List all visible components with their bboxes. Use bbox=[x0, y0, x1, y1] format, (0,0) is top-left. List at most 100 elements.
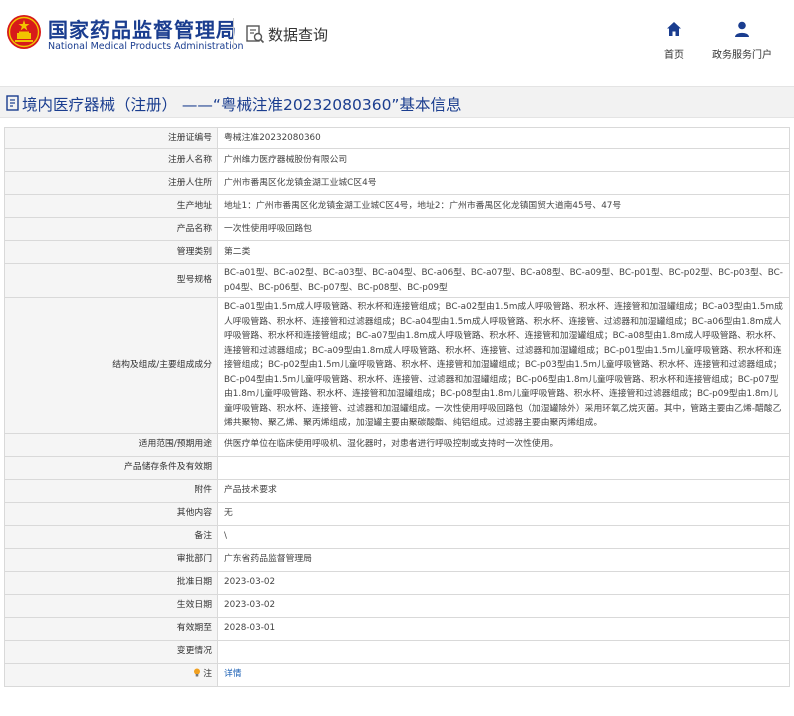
logo-title-en: National Medical Products Administration bbox=[48, 41, 244, 52]
info-label-change-status: 变更情况 bbox=[4, 639, 218, 664]
lightbulb-icon bbox=[194, 668, 201, 677]
info-label-text: 变更情况 bbox=[176, 646, 212, 657]
info-value-approval-department: 广东省药品监督管理局 bbox=[217, 547, 790, 572]
info-value-attachment: 产品技术要求 bbox=[217, 478, 790, 503]
info-value-text: BC-a01型由1.5m成人呼吸管路、积水杯和连接管组成；BC-a02型由1.5… bbox=[224, 302, 783, 428]
info-value-expiry-date: 2028-03-01 bbox=[217, 616, 790, 641]
info-label-management-class: 管理类别 bbox=[4, 240, 218, 264]
header-divider bbox=[233, 18, 234, 50]
info-value-approval-date: 2023-03-02 bbox=[217, 570, 790, 595]
user-icon bbox=[735, 21, 749, 37]
info-row-intended-use: 适用范围/预期用途 供医疗单位在临床使用呼吸机、湿化器时，对患者进行呼吸控制或支持… bbox=[4, 432, 790, 457]
info-value-text: 2023-03-02 bbox=[224, 577, 276, 588]
info-label-product-name: 产品名称 bbox=[4, 217, 218, 241]
info-label-text: 结构及组成/主要组成成分 bbox=[112, 360, 212, 370]
nav-service-portal[interactable]: 政务服务门户 bbox=[702, 20, 782, 61]
info-row-approval-date: 批准日期 2023-03-02 bbox=[4, 570, 790, 595]
info-row-management-class: 管理类别 第二类 bbox=[4, 240, 790, 264]
info-label-attachment: 附件 bbox=[4, 478, 218, 503]
data-query-icon bbox=[246, 25, 265, 44]
info-value-text: \ bbox=[224, 531, 227, 542]
detail-link[interactable]: 详情 bbox=[224, 669, 242, 679]
info-value-text: 广东省药品监督管理局 bbox=[224, 554, 312, 565]
info-row-registration-number: 注册证编号 粤械注准20232080360 bbox=[4, 127, 790, 149]
page-title-bar: 境内医疗器械（注册） ——“粤械注准20232080360”基本信息 bbox=[0, 86, 794, 118]
info-label-text: 产品名称 bbox=[176, 223, 212, 234]
info-label-registration-number: 注册证编号 bbox=[4, 127, 218, 149]
info-label-text: 备注 bbox=[194, 531, 212, 542]
info-row-note: 注 详情 bbox=[4, 662, 790, 687]
info-value-text: 一次性使用呼吸回路包 bbox=[224, 223, 312, 234]
info-row-remarks: 备注 \ bbox=[4, 524, 790, 549]
info-label-model-specs: 型号规格 bbox=[4, 263, 218, 298]
info-row-other-content: 其他内容 无 bbox=[4, 501, 790, 526]
info-label-text: 审批部门 bbox=[176, 554, 212, 565]
info-label-text: 注 bbox=[203, 669, 212, 680]
info-value-change-status bbox=[217, 639, 790, 664]
info-label-remarks: 备注 bbox=[4, 524, 218, 549]
info-label-text: 型号规格 bbox=[176, 275, 212, 286]
info-value-intended-use: 供医疗单位在临床使用呼吸机、湿化器时，对患者进行呼吸控制或支持时一次性使用。 bbox=[217, 432, 790, 457]
info-value-model-specs: BC-a01型、BC-a02型、BC-a03型、BC-a04型、BC-a06型、… bbox=[217, 263, 790, 298]
info-value-text: 地址1：广州市番禺区化龙镇金湖工业城C区4号，地址2：广州市番禺区化龙镇国贸大道… bbox=[224, 200, 622, 211]
info-value-note: 详情 bbox=[217, 662, 790, 687]
info-value-remarks: \ bbox=[217, 524, 790, 549]
info-value-registrant-address: 广州市番禺区化龙镇金湖工业城C区4号 bbox=[217, 171, 790, 195]
info-value-registration-number: 粤械注准20232080360 bbox=[217, 127, 790, 149]
info-value-storage-conditions bbox=[217, 455, 790, 480]
info-label-approval-date: 批准日期 bbox=[4, 570, 218, 595]
info-value-text: 2023-03-02 bbox=[224, 600, 276, 611]
info-value-product-name: 一次性使用呼吸回路包 bbox=[217, 217, 790, 241]
info-label-approval-department: 审批部门 bbox=[4, 547, 218, 572]
national-emblem-icon bbox=[7, 15, 41, 49]
info-label-effective-date: 生效日期 bbox=[4, 593, 218, 618]
home-icon bbox=[667, 22, 681, 36]
data-query-label[interactable]: 数据查询 bbox=[268, 24, 328, 45]
info-value-text: 第二类 bbox=[224, 246, 251, 257]
info-label-text: 管理类别 bbox=[176, 246, 212, 257]
info-row-registrant-address: 注册人住所 广州市番禺区化龙镇金湖工业城C区4号 bbox=[4, 171, 790, 195]
info-label-text: 注册人名称 bbox=[168, 154, 212, 165]
info-row-structure-composition: 结构及组成/主要组成成分 BC-a01型由1.5m成人呼吸管路、积水杯和连接管组成… bbox=[4, 297, 790, 434]
info-value-registrant-name: 广州维力医疗器械股份有限公司 bbox=[217, 148, 790, 172]
info-value-text: BC-a01型、BC-a02型、BC-a03型、BC-a04型、BC-a06型、… bbox=[224, 268, 783, 293]
info-label-text: 生产地址 bbox=[176, 200, 212, 211]
info-label-note: 注 bbox=[4, 662, 218, 687]
info-label-text: 批准日期 bbox=[176, 577, 212, 588]
info-label-text: 有效期至 bbox=[176, 623, 212, 634]
info-value-production-address: 地址1：广州市番禺区化龙镇金湖工业城C区4号，地址2：广州市番禺区化龙镇国贸大道… bbox=[217, 194, 790, 218]
info-row-storage-conditions: 产品储存条件及有效期 bbox=[4, 455, 790, 480]
info-label-other-content: 其他内容 bbox=[4, 501, 218, 526]
info-row-approval-department: 审批部门 广东省药品监督管理局 bbox=[4, 547, 790, 572]
page-title: 境内医疗器械（注册） ——“粤械注准20232080360”基本信息 bbox=[22, 96, 462, 114]
info-label-expiry-date: 有效期至 bbox=[4, 616, 218, 641]
info-row-model-specs: 型号规格 BC-a01型、BC-a02型、BC-a03型、BC-a04型、BC-a… bbox=[4, 263, 790, 298]
document-icon bbox=[6, 95, 19, 111]
info-label-text: 适用范围/预期用途 bbox=[138, 439, 212, 450]
info-label-text: 其他内容 bbox=[176, 508, 212, 519]
info-label-text: 附件 bbox=[194, 485, 212, 496]
info-label-structure-composition: 结构及组成/主要组成成分 bbox=[4, 297, 218, 434]
info-value-text: 广州市番禺区化龙镇金湖工业城C区4号 bbox=[224, 177, 377, 188]
info-value-text: 无 bbox=[224, 508, 233, 519]
info-label-intended-use: 适用范围/预期用途 bbox=[4, 432, 218, 457]
info-value-text: 供医疗单位在临床使用呼吸机、湿化器时，对患者进行呼吸控制或支持时一次性使用。 bbox=[224, 439, 559, 450]
info-row-expiry-date: 有效期至 2028-03-01 bbox=[4, 616, 790, 641]
info-row-attachment: 附件 产品技术要求 bbox=[4, 478, 790, 503]
info-value-text: 粤械注准20232080360 bbox=[224, 132, 321, 143]
info-label-registrant-address: 注册人住所 bbox=[4, 171, 218, 195]
info-value-text: 2028-03-01 bbox=[224, 623, 276, 634]
info-value-effective-date: 2023-03-02 bbox=[217, 593, 790, 618]
info-value-management-class: 第二类 bbox=[217, 240, 790, 264]
info-label-text: 注册证编号 bbox=[168, 132, 212, 143]
info-label-production-address: 生产地址 bbox=[4, 194, 218, 218]
info-row-product-name: 产品名称 一次性使用呼吸回路包 bbox=[4, 217, 790, 241]
info-label-text: 产品储存条件及有效期 bbox=[124, 462, 212, 473]
info-value-structure-composition: BC-a01型由1.5m成人呼吸管路、积水杯和连接管组成；BC-a02型由1.5… bbox=[217, 297, 790, 434]
info-label-text: 注册人住所 bbox=[168, 177, 212, 188]
info-row-registrant-name: 注册人名称 广州维力医疗器械股份有限公司 bbox=[4, 148, 790, 172]
nav-service-portal-label: 政务服务门户 bbox=[712, 50, 772, 61]
info-value-text: 产品技术要求 bbox=[224, 485, 277, 496]
info-row-production-address: 生产地址 地址1：广州市番禺区化龙镇金湖工业城C区4号，地址2：广州市番禺区化龙镇… bbox=[4, 194, 790, 218]
logo-title-cn: 国家药品监督管理局 bbox=[48, 18, 237, 42]
